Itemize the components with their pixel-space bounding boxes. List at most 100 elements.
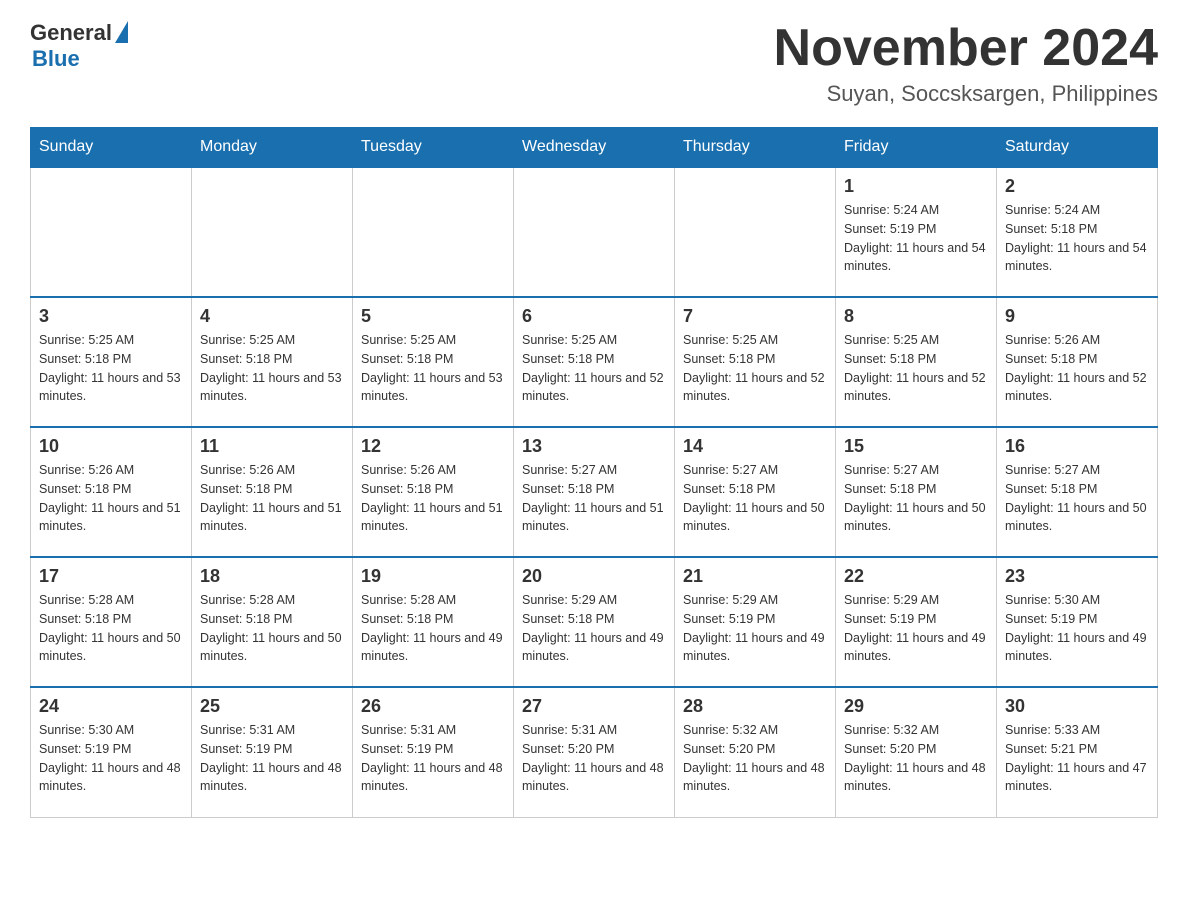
day-info: Sunrise: 5:29 AMSunset: 5:19 PMDaylight:… <box>844 591 988 666</box>
calendar-cell: 12 Sunrise: 5:26 AMSunset: 5:18 PMDayligh… <box>353 427 514 557</box>
week-row-3: 10Sunrise: 5:26 AMSunset: 5:18 PMDayligh… <box>31 427 1158 557</box>
calendar-cell: 1 Sunrise: 5:24 AMSunset: 5:19 PMDaylight… <box>836 167 997 297</box>
day-number: 9 <box>1005 306 1149 327</box>
calendar-cell: 30 Sunrise: 5:33 AMSunset: 5:21 PMDayligh… <box>997 687 1158 817</box>
day-info: Sunrise: 5:31 AMSunset: 5:19 PMDaylight:… <box>200 721 344 796</box>
weekday-header-row: SundayMondayTuesdayWednesdayThursdayFrid… <box>31 128 1158 168</box>
calendar-cell: 25 Sunrise: 5:31 AMSunset: 5:19 PMDayligh… <box>192 687 353 817</box>
calendar-cell: 14Sunrise: 5:27 AMSunset: 5:18 PMDayligh… <box>675 427 836 557</box>
calendar-cell: 3 Sunrise: 5:25 AMSunset: 5:18 PMDaylight… <box>31 297 192 427</box>
weekday-header-sunday: Sunday <box>31 128 192 168</box>
calendar-cell: 18 Sunrise: 5:28 AMSunset: 5:18 PMDayligh… <box>192 557 353 687</box>
day-number: 21 <box>683 566 827 587</box>
weekday-header-wednesday: Wednesday <box>514 128 675 168</box>
day-info: Sunrise: 5:32 AMSunset: 5:20 PMDaylight:… <box>844 721 988 796</box>
day-number: 14 <box>683 436 827 457</box>
logo: General Blue <box>30 20 128 72</box>
day-info: Sunrise: 5:29 AMSunset: 5:19 PMDaylight:… <box>683 591 827 666</box>
day-info: Sunrise: 5:26 AMSunset: 5:18 PMDaylight:… <box>361 461 505 536</box>
day-number: 25 <box>200 696 344 717</box>
calendar-cell: 9 Sunrise: 5:26 AMSunset: 5:18 PMDaylight… <box>997 297 1158 427</box>
day-info: Sunrise: 5:30 AMSunset: 5:19 PMDaylight:… <box>1005 591 1149 666</box>
day-number: 11 <box>200 436 344 457</box>
weekday-header-friday: Friday <box>836 128 997 168</box>
day-info: Sunrise: 5:25 AMSunset: 5:18 PMDaylight:… <box>39 331 183 406</box>
day-info: Sunrise: 5:26 AMSunset: 5:18 PMDaylight:… <box>200 461 344 536</box>
day-info: Sunrise: 5:27 AMSunset: 5:18 PMDaylight:… <box>1005 461 1149 536</box>
calendar-cell: 29 Sunrise: 5:32 AMSunset: 5:20 PMDayligh… <box>836 687 997 817</box>
day-info: Sunrise: 5:27 AMSunset: 5:18 PMDaylight:… <box>522 461 666 536</box>
calendar-cell: 21 Sunrise: 5:29 AMSunset: 5:19 PMDayligh… <box>675 557 836 687</box>
day-info: Sunrise: 5:27 AMSunset: 5:18 PMDaylight:… <box>844 461 988 536</box>
day-number: 24 <box>39 696 183 717</box>
calendar-cell: 20 Sunrise: 5:29 AMSunset: 5:18 PMDayligh… <box>514 557 675 687</box>
calendar-cell: 22 Sunrise: 5:29 AMSunset: 5:19 PMDayligh… <box>836 557 997 687</box>
day-info: Sunrise: 5:28 AMSunset: 5:18 PMDaylight:… <box>200 591 344 666</box>
calendar-cell <box>353 167 514 297</box>
title-area: November 2024 Suyan, Soccsksargen, Phili… <box>774 20 1158 107</box>
calendar-cell: 15 Sunrise: 5:27 AMSunset: 5:18 PMDayligh… <box>836 427 997 557</box>
day-info: Sunrise: 5:26 AMSunset: 5:18 PMDaylight:… <box>1005 331 1149 406</box>
day-number: 18 <box>200 566 344 587</box>
logo-blue-text: Blue <box>32 46 80 72</box>
calendar-table: SundayMondayTuesdayWednesdayThursdayFrid… <box>30 127 1158 818</box>
day-number: 19 <box>361 566 505 587</box>
day-number: 13 <box>522 436 666 457</box>
day-number: 20 <box>522 566 666 587</box>
day-info: Sunrise: 5:25 AMSunset: 5:18 PMDaylight:… <box>844 331 988 406</box>
day-number: 22 <box>844 566 988 587</box>
day-number: 17 <box>39 566 183 587</box>
calendar-cell: 26Sunrise: 5:31 AMSunset: 5:19 PMDayligh… <box>353 687 514 817</box>
calendar-cell: 23 Sunrise: 5:30 AMSunset: 5:19 PMDayligh… <box>997 557 1158 687</box>
day-info: Sunrise: 5:28 AMSunset: 5:18 PMDaylight:… <box>39 591 183 666</box>
week-row-2: 3 Sunrise: 5:25 AMSunset: 5:18 PMDaylight… <box>31 297 1158 427</box>
day-info: Sunrise: 5:32 AMSunset: 5:20 PMDaylight:… <box>683 721 827 796</box>
calendar-cell: 17 Sunrise: 5:28 AMSunset: 5:18 PMDayligh… <box>31 557 192 687</box>
calendar-cell: 16 Sunrise: 5:27 AMSunset: 5:18 PMDayligh… <box>997 427 1158 557</box>
calendar-cell: 5 Sunrise: 5:25 AMSunset: 5:18 PMDaylight… <box>353 297 514 427</box>
day-number: 1 <box>844 176 988 197</box>
calendar-cell: 4Sunrise: 5:25 AMSunset: 5:18 PMDaylight… <box>192 297 353 427</box>
week-row-5: 24Sunrise: 5:30 AMSunset: 5:19 PMDayligh… <box>31 687 1158 817</box>
day-info: Sunrise: 5:29 AMSunset: 5:18 PMDaylight:… <box>522 591 666 666</box>
logo-general-text: General <box>30 20 112 46</box>
day-number: 5 <box>361 306 505 327</box>
day-info: Sunrise: 5:25 AMSunset: 5:18 PMDaylight:… <box>683 331 827 406</box>
day-number: 6 <box>522 306 666 327</box>
weekday-header-monday: Monday <box>192 128 353 168</box>
day-number: 16 <box>1005 436 1149 457</box>
calendar-cell: 13 Sunrise: 5:27 AMSunset: 5:18 PMDayligh… <box>514 427 675 557</box>
day-number: 23 <box>1005 566 1149 587</box>
calendar-cell <box>31 167 192 297</box>
week-row-4: 17 Sunrise: 5:28 AMSunset: 5:18 PMDayligh… <box>31 557 1158 687</box>
calendar-cell: 6 Sunrise: 5:25 AMSunset: 5:18 PMDaylight… <box>514 297 675 427</box>
day-number: 8 <box>844 306 988 327</box>
calendar-cell <box>514 167 675 297</box>
week-row-1: 1 Sunrise: 5:24 AMSunset: 5:19 PMDaylight… <box>31 167 1158 297</box>
calendar-cell: 7Sunrise: 5:25 AMSunset: 5:18 PMDaylight… <box>675 297 836 427</box>
day-number: 4 <box>200 306 344 327</box>
weekday-header-thursday: Thursday <box>675 128 836 168</box>
day-number: 3 <box>39 306 183 327</box>
calendar-cell <box>675 167 836 297</box>
day-info: Sunrise: 5:28 AMSunset: 5:18 PMDaylight:… <box>361 591 505 666</box>
day-info: Sunrise: 5:25 AMSunset: 5:18 PMDaylight:… <box>361 331 505 406</box>
calendar-cell: 24Sunrise: 5:30 AMSunset: 5:19 PMDayligh… <box>31 687 192 817</box>
day-number: 26 <box>361 696 505 717</box>
day-number: 27 <box>522 696 666 717</box>
day-number: 2 <box>1005 176 1149 197</box>
day-info: Sunrise: 5:33 AMSunset: 5:21 PMDaylight:… <box>1005 721 1149 796</box>
weekday-header-tuesday: Tuesday <box>353 128 514 168</box>
day-info: Sunrise: 5:31 AMSunset: 5:20 PMDaylight:… <box>522 721 666 796</box>
weekday-header-saturday: Saturday <box>997 128 1158 168</box>
day-number: 29 <box>844 696 988 717</box>
day-info: Sunrise: 5:24 AMSunset: 5:19 PMDaylight:… <box>844 201 988 276</box>
day-info: Sunrise: 5:26 AMSunset: 5:18 PMDaylight:… <box>39 461 183 536</box>
calendar-cell: 11 Sunrise: 5:26 AMSunset: 5:18 PMDayligh… <box>192 427 353 557</box>
calendar-cell: 28Sunrise: 5:32 AMSunset: 5:20 PMDayligh… <box>675 687 836 817</box>
day-number: 12 <box>361 436 505 457</box>
day-number: 30 <box>1005 696 1149 717</box>
day-number: 15 <box>844 436 988 457</box>
day-info: Sunrise: 5:25 AMSunset: 5:18 PMDaylight:… <box>522 331 666 406</box>
day-info: Sunrise: 5:24 AMSunset: 5:18 PMDaylight:… <box>1005 201 1149 276</box>
